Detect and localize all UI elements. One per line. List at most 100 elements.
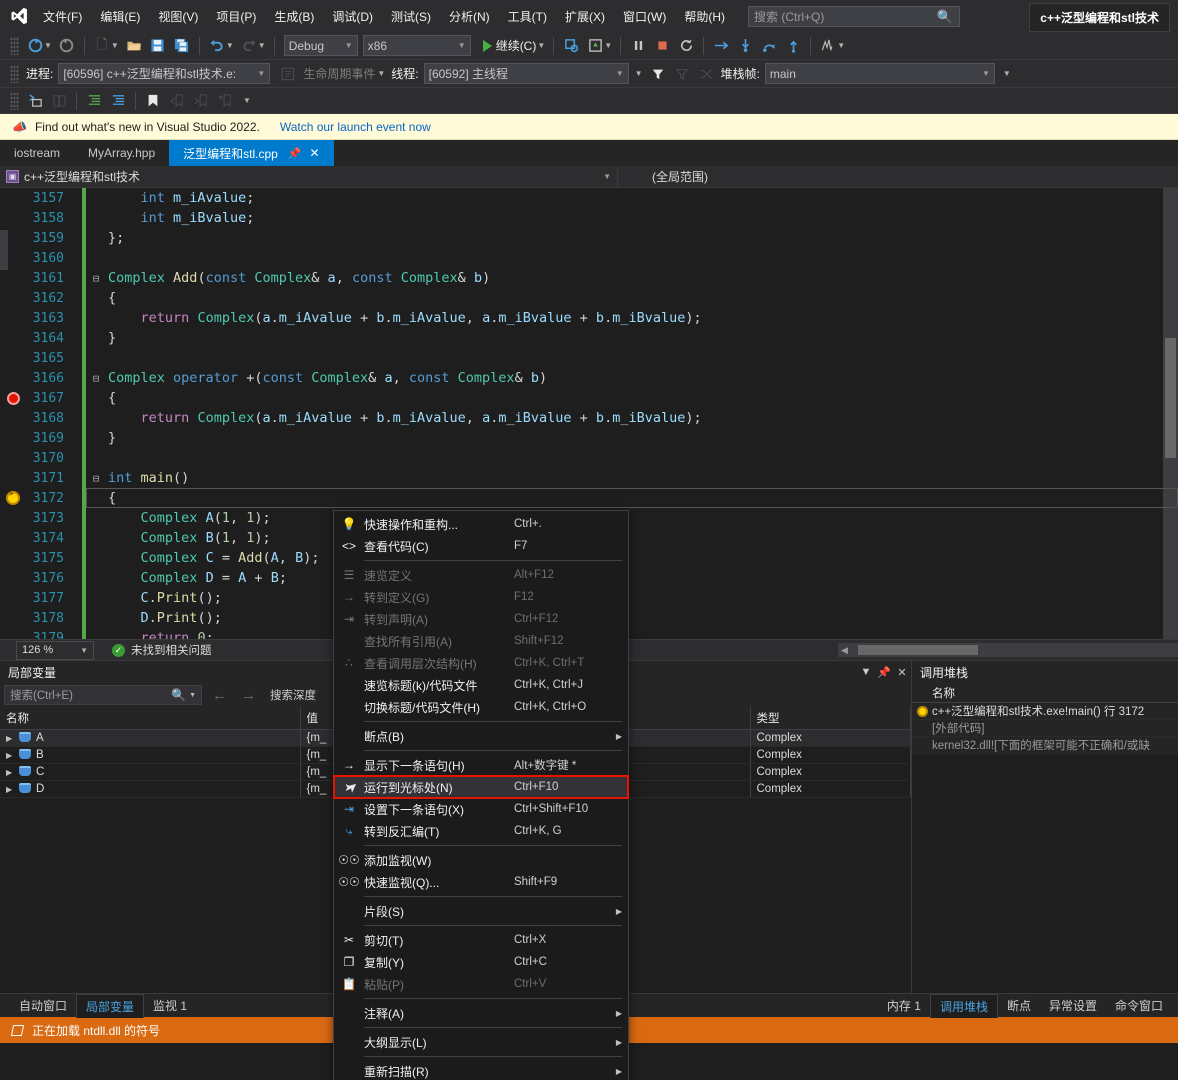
shuffle-threads-icon[interactable] [694, 63, 718, 85]
global-search-input[interactable]: 搜索 (Ctrl+Q) 🔍 [748, 5, 960, 27]
zoom-level-combo[interactable]: 126 % ▼ [16, 640, 94, 660]
tab-stl-cpp[interactable]: 泛型编程和stl.cpp 📌 ✕ [169, 140, 334, 166]
clear-bookmarks-icon[interactable] [213, 90, 237, 112]
tab-myarray-hpp[interactable]: MyArray.hpp [74, 140, 169, 166]
new-project-icon[interactable]: 🗋 [90, 35, 114, 57]
locals-panel-close-icon[interactable]: ✕ [893, 666, 911, 679]
breakpoint-icon[interactable] [6, 391, 20, 405]
navigate-forward-icon[interactable] [55, 35, 79, 57]
previous-bookmark-icon[interactable] [165, 90, 189, 112]
menu-build[interactable]: 生成(B) [265, 3, 323, 30]
editor-hscroll-thumb[interactable] [858, 645, 978, 655]
pin-tab-icon[interactable]: 📌 [288, 147, 302, 160]
code-line[interactable]: 3163 return Complex(a.m_iAvalue + b.m_iA… [0, 308, 1178, 328]
scroll-left-icon[interactable]: ◀ [838, 645, 848, 656]
fold-toggle-icon[interactable]: ⊟ [86, 272, 106, 285]
tab-watch1[interactable]: 监视 1 [144, 994, 196, 1017]
tab-command-window[interactable]: 命令窗口 [1106, 994, 1172, 1017]
tab-memory1[interactable]: 内存 1 [878, 994, 930, 1017]
debug-toolbar-grip[interactable] [10, 64, 19, 83]
solution-configuration-combo[interactable]: Debug ▼ [283, 35, 358, 56]
toolbar-grip[interactable] [10, 36, 19, 55]
redo-icon[interactable] [237, 35, 261, 57]
hot-reload-caret-icon[interactable]: ▼ [604, 41, 612, 50]
menu-item-rescan[interactable]: 重新扫描(R) ▶ [334, 1060, 628, 1080]
stop-debugging-icon[interactable] [650, 35, 674, 57]
lifecycle-caret-icon[interactable]: ▼ [377, 69, 385, 78]
callstack-col-name[interactable]: 名称 [932, 685, 955, 701]
code-line[interactable]: 3158 int m_iBvalue; [0, 208, 1178, 228]
step-out-icon[interactable] [781, 35, 805, 57]
editor-vertical-scrollbar[interactable] [1163, 188, 1178, 639]
menu-item-run-to-cursor[interactable]: ➤ 运行到光标处(N) Ctrl+F10 ➤ [333, 775, 629, 799]
menu-item-lightbulb[interactable]: 💡 快速操作和重构... Ctrl+. [334, 513, 628, 535]
expand-triangle-icon[interactable]: ▶ [6, 768, 17, 777]
tab-breakpoints[interactable]: 断点 [998, 994, 1040, 1017]
locals-panel-pin-icon[interactable]: 📌 [875, 666, 893, 679]
breakpoint-gutter[interactable] [0, 391, 26, 405]
locals-next-result-icon[interactable]: → [241, 687, 256, 704]
decrease-indent-icon[interactable] [106, 90, 130, 112]
toggle-bookmark-icon[interactable] [141, 90, 165, 112]
debug-overflow-caret-icon[interactable]: ▼ [1003, 69, 1011, 78]
code-line[interactable]: 3161 ⊟ Complex Add(const Complex& a, const… [0, 268, 1178, 288]
solution-platform-combo[interactable]: x86 ▼ [362, 35, 471, 56]
code-line[interactable]: 3171 ⊟ int main() [0, 468, 1178, 488]
tab-autos[interactable]: 自动窗口 [10, 994, 76, 1017]
step-into-icon[interactable] [733, 35, 757, 57]
code-line[interactable]: 3165 [0, 348, 1178, 368]
code-line[interactable]: 3167 { [0, 388, 1178, 408]
menu-item-cut[interactable]: ✂ 剪切(T) Ctrl+X [334, 929, 628, 951]
open-file-icon[interactable] [122, 35, 146, 57]
navigate-backward-caret-icon[interactable]: ▼ [44, 41, 52, 50]
lifecycle-events-icon[interactable] [276, 63, 300, 85]
code-line[interactable]: 3166 ⊟ Complex operator +(const Complex& a… [0, 368, 1178, 388]
menu-test[interactable]: 测试(S) [382, 3, 440, 30]
menu-item-show-next-statement[interactable]: → 显示下一条语句(H) Alt+数字键 * [334, 754, 628, 776]
callstack-rows[interactable]: c++泛型编程和stl技术.exe!main() 行 3172 [外部代码] ker… [912, 703, 1178, 754]
diagnostic-caret-icon[interactable]: ▼ [837, 41, 845, 50]
menu-item-peek-header[interactable]: 速览标题(k)/代码文件 Ctrl+K, Ctrl+J [334, 674, 628, 696]
next-bookmark-icon[interactable] [189, 90, 213, 112]
thread-extra-caret-icon[interactable]: ▼ [635, 69, 643, 78]
member-scope-dropdown[interactable]: (全局范围) [618, 166, 1178, 187]
restart-icon[interactable] [674, 35, 698, 57]
menu-debug[interactable]: 调试(D) [323, 3, 382, 30]
locals-search-input[interactable]: 搜索(Ctrl+E) 🔍 ▼ [4, 685, 202, 705]
callstack-row[interactable]: kernel32.dll![下面的框架可能不正确和/或缺 [912, 737, 1178, 754]
code-line[interactable]: 3168 return Complex(a.m_iAvalue + b.m_iA… [0, 408, 1178, 428]
editor-toolbar-overflow-icon[interactable]: ▼ [243, 96, 251, 105]
filter-funnel-icon[interactable] [646, 63, 670, 85]
menu-item-code-brackets[interactable]: <> 查看代码(C) F7 [334, 535, 628, 557]
locals-prev-result-icon[interactable]: ← [212, 687, 227, 704]
locals-cell-name[interactable]: ▶ A [0, 729, 301, 747]
menu-item-quick-watch[interactable]: ☉☉ 快速监视(Q)... Shift+F9 [334, 871, 628, 893]
expand-triangle-icon[interactable]: ▶ [6, 734, 17, 743]
menu-tools[interactable]: 工具(T) [499, 3, 556, 30]
menu-project[interactable]: 项目(P) [207, 3, 265, 30]
menu-item-go-to-disassembly[interactable]: ⤷ 转到反汇编(T) Ctrl+K, G [334, 820, 628, 842]
menu-view[interactable]: 视图(V) [149, 3, 207, 30]
step-over-arrow-icon[interactable] [709, 35, 733, 57]
locals-panel-menu-icon[interactable]: ▼ [857, 666, 875, 678]
menu-item-copy[interactable]: ❐ 复制(Y) Ctrl+C [334, 951, 628, 973]
code-line[interactable]: 3164} [0, 328, 1178, 348]
continue-button[interactable]: 继续(C) [479, 37, 541, 54]
uncomment-selection-icon[interactable] [47, 90, 71, 112]
menu-extensions[interactable]: 扩展(X) [556, 3, 614, 30]
fold-toggle-icon[interactable]: ⊟ [86, 372, 106, 385]
callstack-row[interactable]: c++泛型编程和stl技术.exe!main() 行 3172 [912, 703, 1178, 720]
code-line[interactable]: 3157 int m_iAvalue; [0, 188, 1178, 208]
locals-cell-name[interactable]: ▶ C [0, 763, 301, 781]
menu-item-snippet[interactable]: 片段(S) ▶ [334, 900, 628, 922]
save-icon[interactable] [146, 35, 170, 57]
notification-link[interactable]: Watch our launch event now [280, 120, 431, 134]
menu-item-comment[interactable]: 注释(A) ▶ [334, 1002, 628, 1024]
editor-scroll-thumb[interactable] [1165, 338, 1176, 458]
process-combo[interactable]: [60596] c++泛型编程和stl技术.e: ▼ [58, 63, 271, 84]
menu-analyze[interactable]: 分析(N) [440, 3, 499, 30]
code-line[interactable]: 3162 { [0, 288, 1178, 308]
tab-exception-settings[interactable]: 异常设置 [1040, 994, 1106, 1017]
increase-indent-icon[interactable] [82, 90, 106, 112]
current-statement-icon[interactable] [6, 490, 20, 505]
